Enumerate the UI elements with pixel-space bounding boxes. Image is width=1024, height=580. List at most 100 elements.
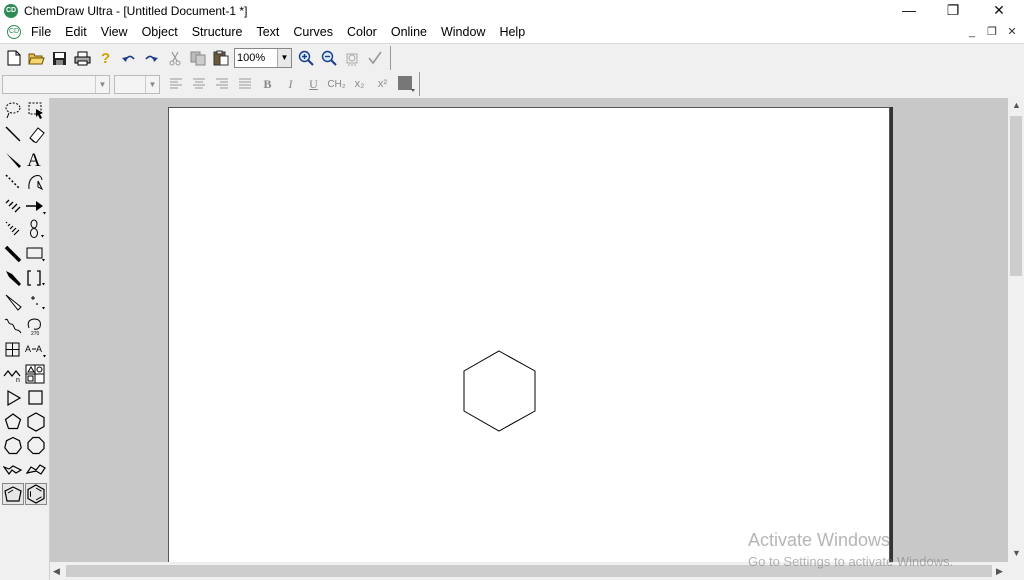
new-document-icon[interactable] xyxy=(2,47,25,69)
table-tool-icon[interactable] xyxy=(2,339,24,361)
menu-window[interactable]: Window xyxy=(434,22,492,43)
clean-structure-icon[interactable] xyxy=(340,47,363,69)
scroll-left-icon[interactable]: ◀ xyxy=(53,566,60,577)
lasso-tool-icon[interactable] xyxy=(2,99,24,121)
zoom-in-icon[interactable] xyxy=(294,47,317,69)
redo-icon[interactable] xyxy=(140,47,163,69)
cyclopropane-tool-icon[interactable] xyxy=(2,387,24,409)
save-icon[interactable] xyxy=(48,47,71,69)
bold-button[interactable]: B xyxy=(256,73,279,95)
document-minimize-button[interactable]: _ xyxy=(962,24,982,41)
eraser-tool-icon[interactable] xyxy=(25,123,47,145)
align-center-icon[interactable] xyxy=(187,73,210,95)
cyclohexane-ring[interactable] xyxy=(463,350,536,432)
font-size-select[interactable]: ▼ xyxy=(114,74,160,94)
print-icon[interactable] xyxy=(71,47,94,69)
chemdraw-app-icon[interactable]: CD xyxy=(4,4,18,18)
bold-bond-tool-icon[interactable] xyxy=(2,243,24,265)
menu-color[interactable]: Color xyxy=(340,22,384,43)
bold-wedge-bond-tool-icon[interactable] xyxy=(2,267,24,289)
menu-file[interactable]: File xyxy=(24,22,58,43)
menu-curves[interactable]: Curves xyxy=(286,22,340,43)
dashed-bond-tool-icon[interactable] xyxy=(2,171,24,193)
help-icon[interactable]: ? xyxy=(94,47,117,69)
color-swatch-icon[interactable] xyxy=(394,73,417,95)
hashed-bond-tool-icon[interactable] xyxy=(2,195,24,217)
orbital-tool-icon[interactable] xyxy=(25,218,47,240)
menu-online[interactable]: Online xyxy=(384,22,434,43)
marquee-tool-icon[interactable] xyxy=(25,99,47,121)
document-page[interactable] xyxy=(168,107,890,562)
cyclopentane-tool-icon[interactable] xyxy=(2,411,24,433)
zoom-out-icon[interactable] xyxy=(317,47,340,69)
cyclopentadiene-tool-icon[interactable] xyxy=(2,483,24,505)
paste-icon[interactable] xyxy=(209,47,232,69)
document-restore-button[interactable]: ❐ xyxy=(982,24,1002,41)
open-folder-icon[interactable] xyxy=(25,47,48,69)
acyclic-chain-tool-icon[interactable]: n xyxy=(2,363,24,385)
superscript-button[interactable]: x² xyxy=(371,73,394,95)
font-select[interactable]: ▼ xyxy=(2,74,110,94)
templates-tool-icon[interactable] xyxy=(25,363,47,385)
scroll-right-icon[interactable]: ▶ xyxy=(996,566,1003,577)
wedge-bond-tool-icon[interactable] xyxy=(2,148,24,170)
drawing-elements-tool-icon[interactable] xyxy=(25,243,47,265)
menu-object[interactable]: Object xyxy=(135,22,185,43)
horizontal-scrollbar[interactable]: ◀ ▶ xyxy=(50,562,1008,580)
cyclohexane-tool-icon[interactable] xyxy=(25,411,47,433)
hashed-wedge-bond-tool-icon[interactable] xyxy=(2,218,24,240)
document-window-controls: _ ❐ ✕ xyxy=(962,24,1022,41)
vertical-scroll-thumb[interactable] xyxy=(1010,116,1022,276)
brackets-tool-icon[interactable] xyxy=(25,267,47,289)
vertical-scrollbar[interactable]: ▲ ▼ xyxy=(1008,98,1024,562)
hollow-wedge-bond-tool-icon[interactable] xyxy=(2,291,24,313)
arrow-tool-icon[interactable] xyxy=(25,195,47,217)
svg-text:270: 270 xyxy=(31,331,40,336)
text-tool-icon[interactable]: A xyxy=(25,148,47,170)
formula-button[interactable]: CH₂ xyxy=(325,73,348,95)
solid-bond-tool-icon[interactable] xyxy=(2,123,24,145)
align-left-icon[interactable] xyxy=(164,73,187,95)
menu-structure[interactable]: Structure xyxy=(185,22,250,43)
align-right-icon[interactable] xyxy=(210,73,233,95)
tool-palette: A 270 A A n xyxy=(0,98,50,580)
chevron-down-icon[interactable]: ▼ xyxy=(277,49,291,67)
minimize-window-button[interactable]: — xyxy=(886,0,932,22)
cycloheptane-tool-icon[interactable] xyxy=(2,435,24,457)
zoom-select[interactable]: 100% ▼ xyxy=(234,48,292,68)
pen-tool-icon[interactable] xyxy=(25,171,47,193)
document-close-button[interactable]: ✕ xyxy=(1002,24,1022,41)
menu-view[interactable]: View xyxy=(94,22,135,43)
maximize-window-button[interactable]: ❐ xyxy=(930,0,976,22)
justify-icon[interactable] xyxy=(233,73,256,95)
drawing-canvas[interactable] xyxy=(169,108,889,562)
horizontal-scroll-thumb[interactable] xyxy=(66,565,992,577)
chevron-down-icon[interactable]: ▼ xyxy=(145,75,159,93)
close-window-button[interactable]: ✕ xyxy=(976,0,1022,22)
underline-button[interactable]: U xyxy=(302,73,325,95)
menu-edit[interactable]: Edit xyxy=(58,22,94,43)
cut-icon[interactable] xyxy=(163,47,186,69)
italic-button[interactable]: I xyxy=(279,73,302,95)
cyclooctane-tool-icon[interactable] xyxy=(25,435,47,457)
check-structure-icon[interactable] xyxy=(363,47,386,69)
menu-help[interactable]: Help xyxy=(492,22,532,43)
chemical-symbols-tool-icon[interactable] xyxy=(25,291,47,313)
cyclobutane-tool-icon[interactable] xyxy=(25,387,47,409)
copy-icon[interactable] xyxy=(186,47,209,69)
menu-text[interactable]: Text xyxy=(249,22,286,43)
drawing-workspace[interactable] xyxy=(50,98,1008,562)
benzene-tool-icon[interactable] xyxy=(25,483,47,505)
cyclohexane-chair-2-tool-icon[interactable] xyxy=(25,459,47,481)
scroll-up-icon[interactable]: ▲ xyxy=(1012,100,1021,110)
font-size-select-value xyxy=(115,76,145,93)
subscript-button[interactable]: x₂ xyxy=(348,73,371,95)
chevron-down-icon[interactable]: ▼ xyxy=(95,75,109,93)
scroll-down-icon[interactable]: ▼ xyxy=(1012,548,1021,558)
document-icon[interactable]: CD xyxy=(7,25,21,39)
undo-icon[interactable] xyxy=(117,47,140,69)
wavy-bond-tool-icon[interactable] xyxy=(2,315,24,337)
query-tool-icon[interactable]: 270 xyxy=(25,315,47,337)
cyclohexane-chair-1-tool-icon[interactable] xyxy=(2,459,24,481)
mass-fragmentation-tool-icon[interactable]: AA xyxy=(25,339,47,361)
